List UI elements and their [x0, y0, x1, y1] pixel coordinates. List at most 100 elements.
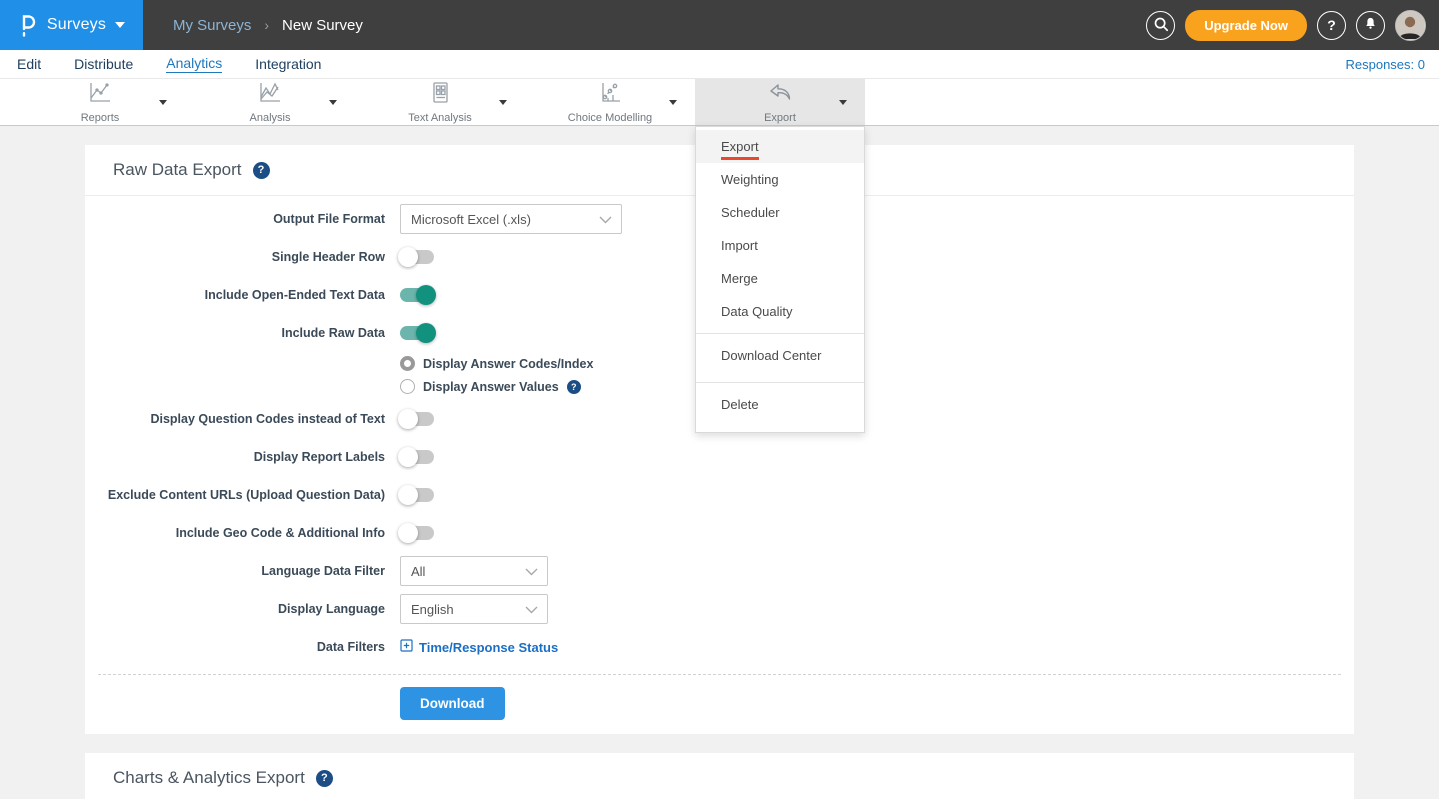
breadcrumb-my-surveys[interactable]: My Surveys	[173, 17, 251, 34]
toolbar-item-text-analysis[interactable]: Text Analysis	[355, 79, 525, 125]
notifications-button[interactable]	[1356, 11, 1385, 40]
tab-distribute[interactable]: Distribute	[74, 56, 133, 72]
chevron-down-icon[interactable]	[499, 100, 507, 105]
section-title: Charts & Analytics Export	[113, 768, 305, 788]
field-label: Data Filters	[85, 640, 400, 654]
raw-data-toggle[interactable]	[400, 326, 434, 340]
menu-item-data-quality[interactable]: Data Quality	[696, 295, 864, 328]
menu-item-merge[interactable]: Merge	[696, 262, 864, 295]
exclude-urls-row: Exclude Content URLs (Upload Question Da…	[85, 480, 1354, 510]
menu-item-scheduler[interactable]: Scheduler	[696, 196, 864, 229]
breadcrumb-current-survey: New Survey	[282, 17, 363, 34]
display-language-select[interactable]: English	[400, 594, 548, 624]
menu-item-download-center[interactable]: Download Center	[696, 333, 864, 377]
chevron-down-icon	[599, 212, 612, 227]
help-button[interactable]: ?	[1317, 11, 1346, 40]
export-arrow-icon	[766, 81, 794, 110]
select-value: Microsoft Excel (.xls)	[411, 212, 531, 227]
output-format-select[interactable]: Microsoft Excel (.xls)	[400, 204, 622, 234]
section-nav: Edit Distribute Analytics Integration Re…	[0, 50, 1439, 78]
breadcrumb-separator: ›	[264, 17, 269, 33]
toggle-knob	[416, 323, 436, 343]
select-value: English	[411, 602, 454, 617]
breadcrumb: My Surveys › New Survey	[173, 17, 363, 34]
upgrade-now-button[interactable]: Upgrade Now	[1185, 10, 1307, 41]
tab-edit[interactable]: Edit	[17, 56, 41, 72]
field-label: Include Raw Data	[85, 326, 400, 340]
chevron-down-icon[interactable]	[159, 100, 167, 105]
question-codes-toggle[interactable]	[400, 412, 434, 426]
plus-square-icon	[400, 639, 413, 655]
bell-icon	[1363, 16, 1378, 34]
page-title: Raw Data Export	[113, 160, 242, 180]
toolbar-label: Reports	[81, 112, 120, 124]
download-button[interactable]: Download	[400, 687, 505, 720]
chevron-down-icon[interactable]	[329, 100, 337, 105]
geo-code-row: Include Geo Code & Additional Info	[85, 518, 1354, 548]
data-filters-row: Data Filters Time/Response Status	[85, 632, 1354, 662]
single-header-toggle[interactable]	[400, 250, 434, 264]
toolbar-label: Choice Modelling	[568, 112, 652, 124]
field-label: Display Question Codes instead of Text	[85, 412, 400, 426]
toolbar-item-analysis[interactable]: Analysis	[185, 79, 355, 125]
exclude-urls-toggle[interactable]	[400, 488, 434, 502]
help-icon[interactable]: ?	[253, 162, 270, 179]
field-label: Display Language	[85, 602, 400, 616]
analysis-chart-icon	[256, 81, 284, 110]
top-bar: Surveys My Surveys › New Survey Upgrade …	[0, 0, 1439, 50]
toggle-knob	[398, 247, 418, 267]
help-icon[interactable]: ?	[316, 770, 333, 787]
responses-count: Responses: 0	[1346, 57, 1439, 72]
toolbar-label: Analysis	[250, 112, 291, 124]
field-label: Language Data Filter	[85, 564, 400, 578]
toggle-knob	[398, 447, 418, 467]
answer-values-option[interactable]: Display Answer Values ?	[400, 379, 1354, 394]
toggle-knob	[398, 409, 418, 429]
charts-analytics-export-header: Charts & Analytics Export ?	[85, 753, 1354, 799]
document-grid-icon	[428, 81, 452, 110]
geo-code-toggle[interactable]	[400, 526, 434, 540]
select-value: All	[411, 564, 425, 579]
chevron-down-icon	[525, 602, 538, 617]
report-labels-row: Display Report Labels	[85, 442, 1354, 472]
display-language-row: Display Language English	[85, 594, 1354, 624]
menu-item-import[interactable]: Import	[696, 229, 864, 262]
toolbar-label: Text Analysis	[408, 112, 472, 124]
menu-item-export[interactable]: Export	[696, 130, 864, 163]
field-label: Output File Format	[85, 212, 400, 226]
help-icon[interactable]: ?	[567, 380, 581, 394]
product-switcher[interactable]: Surveys	[0, 0, 143, 50]
chevron-down-icon[interactable]	[669, 100, 677, 105]
user-avatar[interactable]	[1395, 10, 1426, 41]
toolbar-item-reports[interactable]: Reports	[15, 79, 185, 125]
search-button[interactable]	[1146, 11, 1175, 40]
field-label: Single Header Row	[85, 250, 400, 264]
question-mark-icon: ?	[1327, 17, 1336, 33]
report-labels-toggle[interactable]	[400, 450, 434, 464]
tab-integration[interactable]: Integration	[255, 56, 321, 72]
answer-codes-option[interactable]: Display Answer Codes/Index	[400, 356, 1354, 371]
scatter-chart-icon	[596, 81, 624, 110]
questionpro-logo-icon	[18, 14, 38, 37]
language-filter-select[interactable]: All	[400, 556, 548, 586]
radio-unselected-icon[interactable]	[400, 379, 415, 394]
field-label: Exclude Content URLs (Upload Question Da…	[85, 488, 400, 502]
toolbar-item-choice-modelling[interactable]: Choice Modelling	[525, 79, 695, 125]
open-ended-toggle[interactable]	[400, 288, 434, 302]
charts-analytics-export-card: Charts & Analytics Export ?	[85, 753, 1354, 799]
toggle-knob	[398, 523, 418, 543]
menu-item-delete[interactable]: Delete	[696, 382, 864, 426]
tab-analytics[interactable]: Analytics	[166, 55, 222, 73]
toggle-knob	[416, 285, 436, 305]
search-icon	[1153, 16, 1169, 35]
radio-selected-icon[interactable]	[400, 356, 415, 371]
time-response-status-link[interactable]: Time/Response Status	[400, 639, 558, 655]
product-name: Surveys	[47, 16, 106, 34]
language-filter-row: Language Data Filter All	[85, 556, 1354, 586]
toolbar-item-export[interactable]: Export	[695, 79, 865, 125]
toolbar-label: Export	[764, 112, 796, 124]
chevron-down-icon[interactable]	[839, 100, 847, 105]
menu-item-weighting[interactable]: Weighting	[696, 163, 864, 196]
chevron-down-icon	[115, 22, 125, 28]
field-label: Display Report Labels	[85, 450, 400, 464]
